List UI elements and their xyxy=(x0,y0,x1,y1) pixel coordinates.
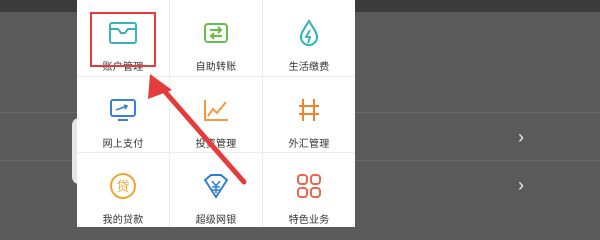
menu-item-label: 外汇管理 xyxy=(288,139,330,150)
transfer-icon xyxy=(201,18,231,48)
menu-item-label: 自助转账 xyxy=(195,62,237,73)
menu-item-investment-management[interactable]: 投资管理 xyxy=(170,77,262,151)
chart-line-icon xyxy=(201,95,231,125)
menu-item-self-transfer[interactable]: 自助转账 xyxy=(170,0,262,74)
menu-item-label: 特色业务 xyxy=(288,215,330,226)
svg-text:贷: 贷 xyxy=(116,180,129,195)
menu-item-my-loans[interactable]: 贷 我的贷款 xyxy=(77,153,169,227)
background-chevron-icon[interactable]: › xyxy=(518,176,524,194)
menu-item-label: 投资管理 xyxy=(195,139,237,150)
online-pay-icon xyxy=(108,95,138,125)
account-tray-icon xyxy=(108,18,138,48)
menu-item-account-management[interactable]: 账户管理 xyxy=(77,0,169,74)
menu-item-label: 我的贷款 xyxy=(102,215,144,226)
menu-item-label: 超级网银 xyxy=(195,215,237,226)
menu-item-forex-management[interactable]: 外汇管理 xyxy=(263,77,355,151)
menu-item-super-ebank[interactable]: 超级网银 xyxy=(170,153,262,227)
loan-icon: 贷 xyxy=(108,171,138,201)
menu-item-label: 网上支付 xyxy=(102,139,144,150)
yuan-diamond-icon xyxy=(201,171,231,201)
four-squares-icon xyxy=(294,171,324,201)
service-grid: 账户管理 自助转账 生活缴费 网上支付 投资管理 外汇管理 贷 我的贷款 超级网… xyxy=(77,0,355,227)
menu-item-label: 账户管理 xyxy=(102,62,144,73)
menu-item-online-payment[interactable]: 网上支付 xyxy=(77,77,169,151)
background-chevron-icon[interactable]: › xyxy=(518,128,524,146)
service-menu-panel: 账户管理 自助转账 生活缴费 网上支付 投资管理 外汇管理 贷 我的贷款 超级网… xyxy=(77,0,355,227)
currency-exchange-icon xyxy=(294,95,324,125)
menu-item-label: 生活缴费 xyxy=(288,62,330,73)
water-drop-icon xyxy=(294,18,324,48)
menu-item-featured-services[interactable]: 特色业务 xyxy=(263,153,355,227)
menu-item-utility-payment[interactable]: 生活缴费 xyxy=(263,0,355,74)
